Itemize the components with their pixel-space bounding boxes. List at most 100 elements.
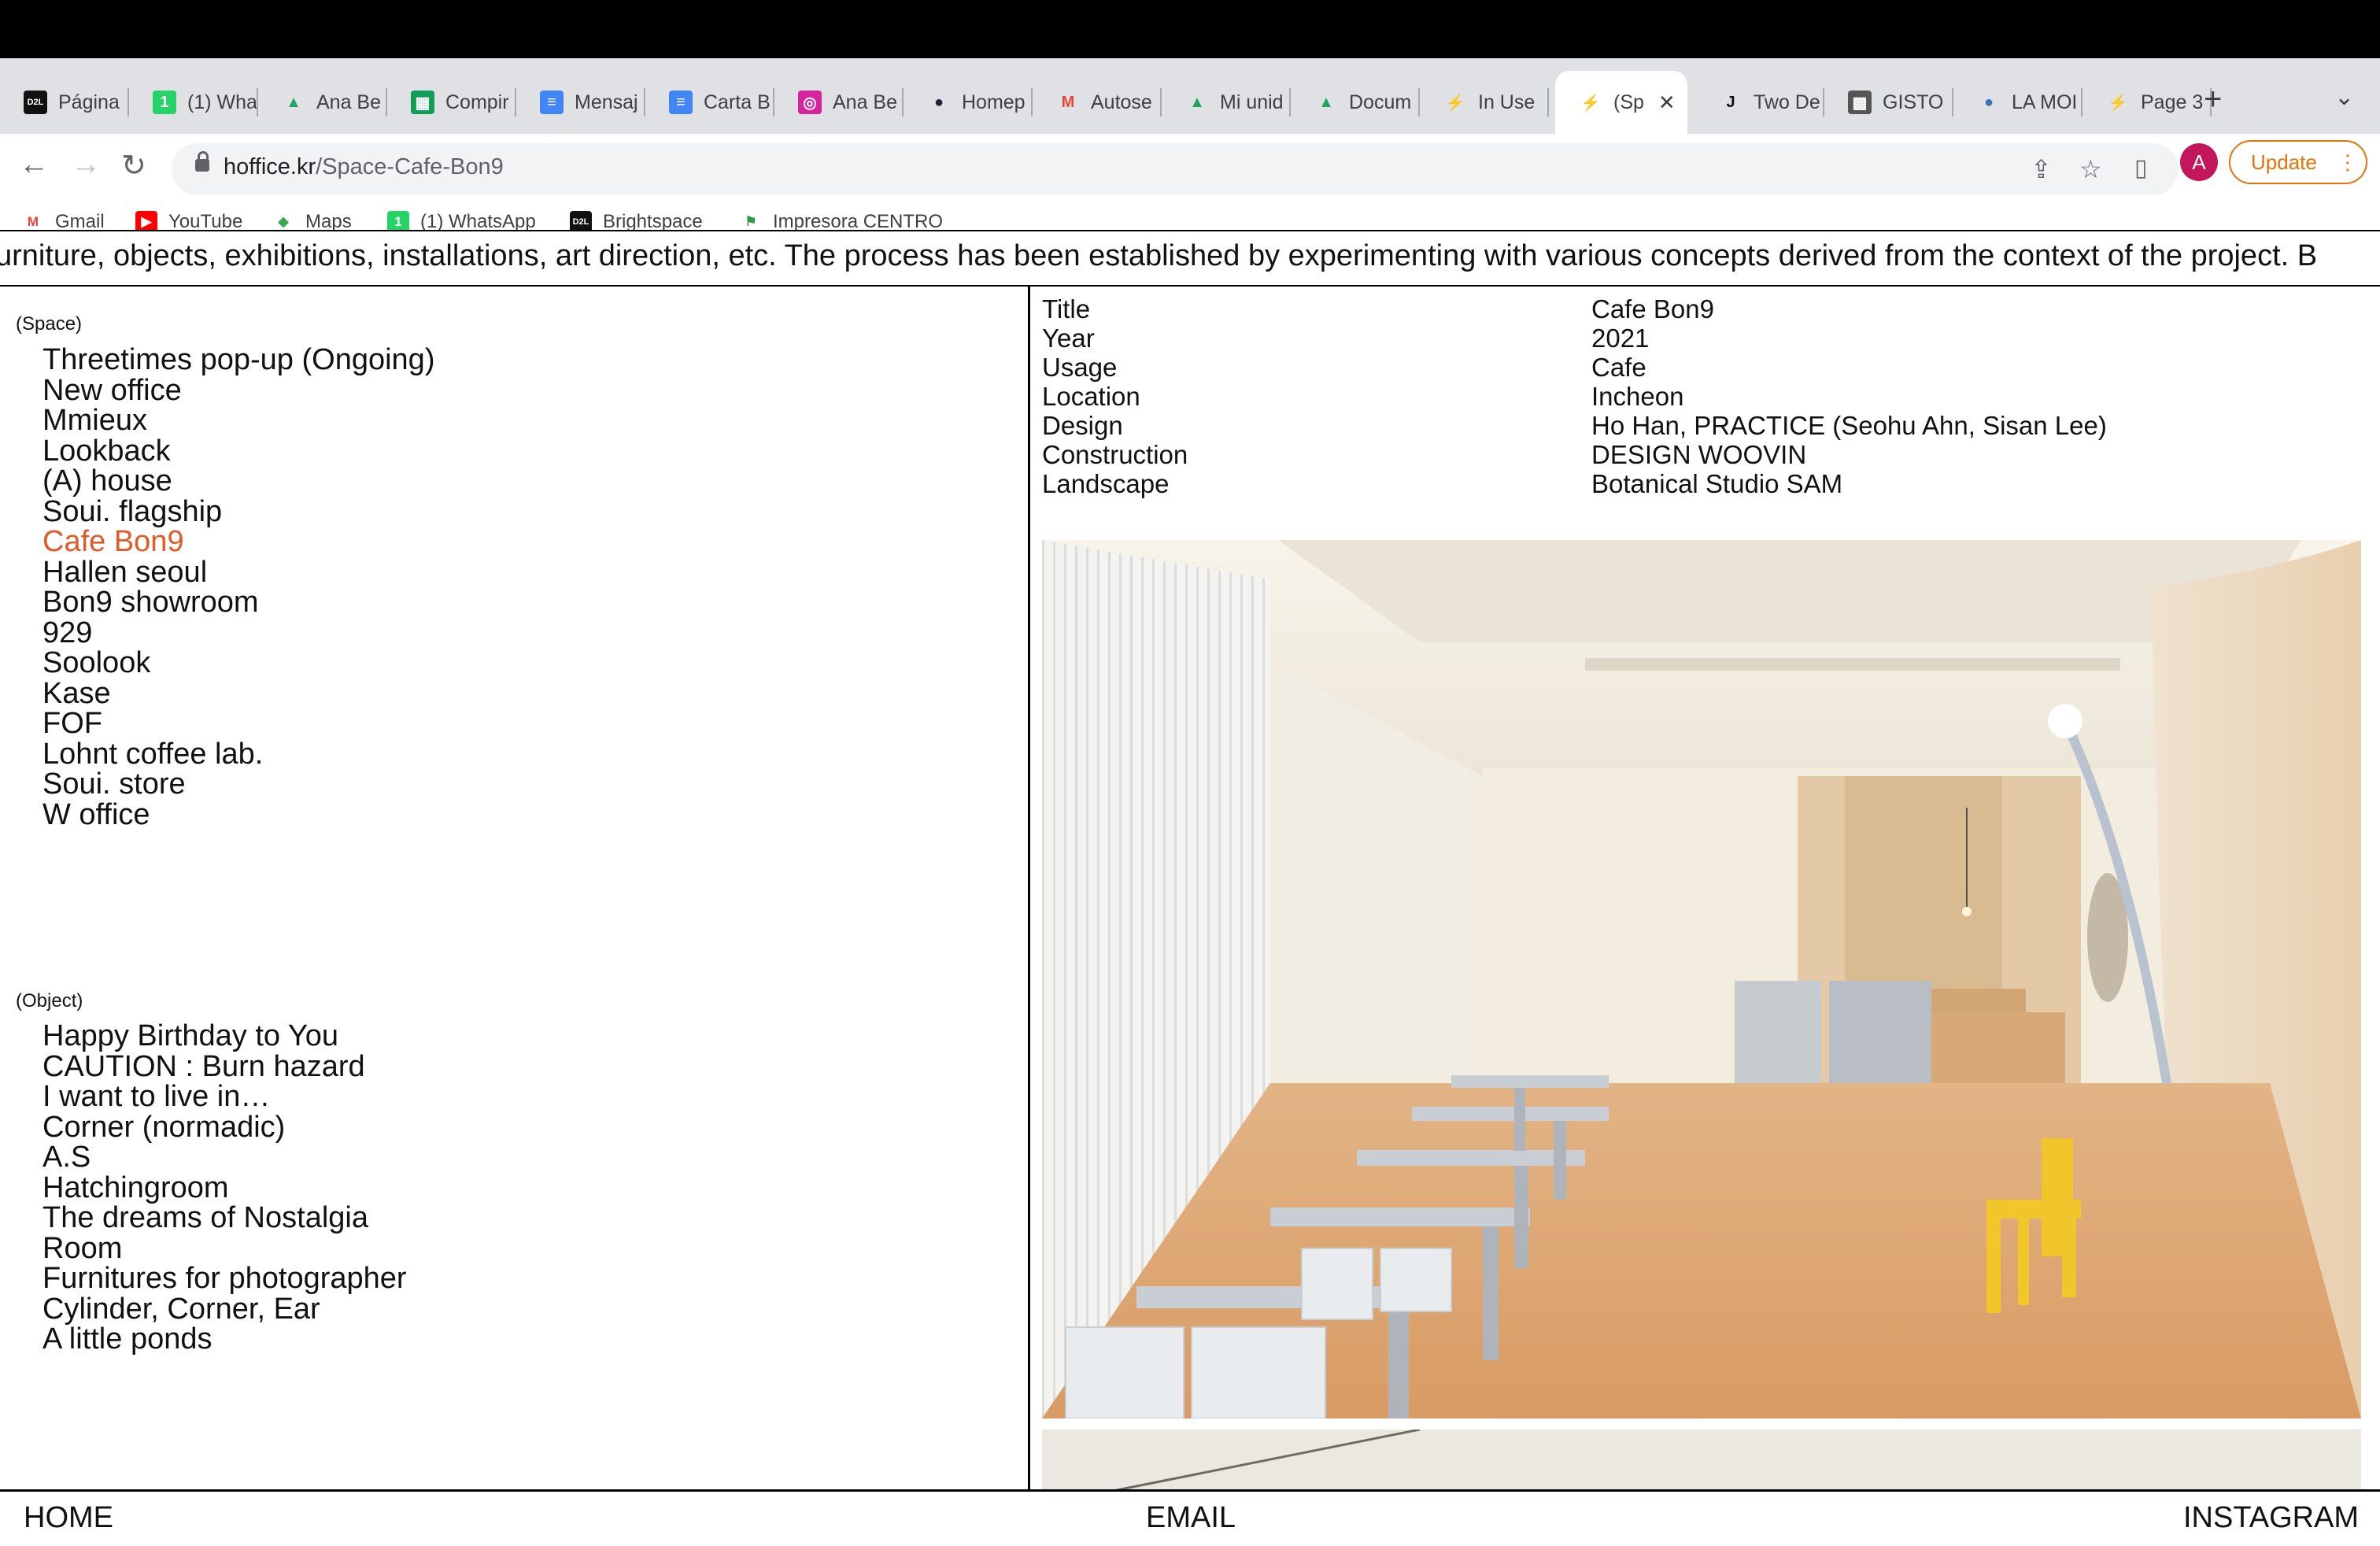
- project-link[interactable]: A.S: [42, 1142, 407, 1173]
- lock-icon[interactable]: [195, 151, 209, 172]
- whatsapp-icon: 1: [153, 91, 176, 114]
- info-value: DESIGN WOOVIN: [1591, 440, 1807, 469]
- space-section-label: (Space): [16, 313, 83, 335]
- info-key: Location: [1042, 382, 1140, 411]
- browser-tab[interactable]: ⚡ In Use: [1420, 71, 1549, 134]
- address-bar[interactable]: hoffice.kr/Space-Cafe-Bon9 ⇪ ☆: [172, 143, 2179, 195]
- project-link[interactable]: 929: [42, 617, 434, 649]
- browser-tab[interactable]: ⚡ Page 3: [2082, 71, 2212, 134]
- side-panel-icon[interactable]: ▯: [2134, 154, 2148, 182]
- cafe-interior-photo: [1042, 540, 2361, 1418]
- tab-title: Two De: [1754, 91, 1820, 113]
- second-project-photo: [1042, 1429, 2361, 1492]
- tab-title: Autose: [1091, 91, 1152, 113]
- project-link[interactable]: Room: [42, 1233, 407, 1264]
- project-link[interactable]: Furnitures for photographer: [42, 1263, 407, 1294]
- cafe-interior-illustration: [1042, 540, 2361, 1418]
- project-link[interactable]: Bon9 showroom: [42, 587, 434, 618]
- browser-tab[interactable]: ▲ Docum: [1291, 71, 1420, 134]
- info-value: Cafe: [1591, 353, 1646, 382]
- home-link[interactable]: HOME: [24, 1501, 113, 1535]
- browser-tab[interactable]: ● LA MOI: [1953, 71, 2082, 134]
- browser-tab[interactable]: M Autose: [1033, 71, 1162, 134]
- project-link[interactable]: FOF: [42, 708, 434, 739]
- tab-title: GISTO: [1883, 91, 1944, 113]
- reload-button[interactable]: ↻: [121, 148, 146, 183]
- tab-title: In Use: [1478, 91, 1536, 113]
- gisto-icon: ▩: [1848, 91, 1872, 114]
- browser-tab[interactable]: J Two De: [1695, 71, 1824, 134]
- browser-tab[interactable]: ▩ GISTO: [1824, 71, 1953, 134]
- browser-tab[interactable]: ▲ Mi unid: [1162, 71, 1291, 134]
- project-link[interactable]: Soui. store: [42, 769, 434, 800]
- project-link[interactable]: The dreams of Nostalgia: [42, 1203, 407, 1233]
- project-link[interactable]: W office: [42, 799, 434, 830]
- profile-avatar[interactable]: A: [2180, 143, 2218, 181]
- browser-tab[interactable]: ◎ Ana Be: [774, 71, 904, 134]
- google-docs-icon: ≡: [540, 91, 564, 114]
- back-button[interactable]: ←: [19, 148, 49, 182]
- info-key: Title: [1042, 294, 1091, 324]
- info-value: Incheon: [1591, 382, 1684, 411]
- forward-button[interactable]: →: [71, 148, 101, 182]
- project-link[interactable]: Cylinder, Corner, Ear: [42, 1293, 407, 1325]
- dark-circle-icon: ●: [933, 93, 944, 111]
- browser-tab[interactable]: ≡ Carta B: [645, 71, 774, 134]
- close-tab-icon[interactable]: ✕: [1658, 91, 1676, 115]
- project-link[interactable]: Hallen seoul: [42, 557, 434, 588]
- tab-search-button[interactable]: ⌄: [2334, 83, 2354, 111]
- project-link[interactable]: Mmieux: [42, 405, 434, 436]
- tab-title: Página: [58, 91, 120, 113]
- project-link[interactable]: Hatchingroom: [42, 1172, 407, 1204]
- browser-tab[interactable]: ≡ Mensaj: [516, 71, 645, 134]
- tab-title: Ana Be: [316, 91, 382, 113]
- new-tab-button[interactable]: +: [2204, 82, 2222, 117]
- update-button[interactable]: Update ⋮: [2229, 140, 2367, 184]
- browser-tab[interactable]: D2L Página: [0, 71, 129, 134]
- url-text[interactable]: hoffice.kr/Space-Cafe-Bon9: [224, 154, 504, 180]
- column-divider: [1028, 285, 1030, 1491]
- google-sheets-icon: ▦: [411, 91, 434, 114]
- browser-tab[interactable]: ▲ Ana Be: [258, 71, 387, 134]
- tab-title: LA MOI: [2012, 91, 2078, 113]
- browser-tab[interactable]: ▦ Compir: [387, 71, 516, 134]
- tab-title: Mensaj: [575, 91, 638, 113]
- site-footer: HOME EMAIL INSTAGRAM: [0, 1492, 2380, 1546]
- bookmark-star-icon[interactable]: ☆: [2079, 154, 2102, 184]
- project-link[interactable]: Soolook: [42, 648, 434, 679]
- project-link[interactable]: Kase: [42, 678, 434, 709]
- instagram-link[interactable]: INSTAGRAM: [2183, 1501, 2359, 1535]
- bolt-icon: ⚡: [2108, 94, 2128, 112]
- object-section-label: (Object): [16, 990, 83, 1012]
- d2l-icon: D2L: [24, 91, 47, 114]
- project-link[interactable]: Soui. flagship: [42, 496, 434, 527]
- tab-title: Homep: [962, 91, 1026, 113]
- gmail-icon: M: [1061, 93, 1075, 111]
- globe-icon: ●: [1983, 93, 1994, 111]
- project-link[interactable]: Lohnt coffee lab.: [42, 738, 434, 770]
- project-link[interactable]: I want to live in…: [42, 1082, 407, 1112]
- object-project-list: Happy Birthday to You CAUTION : Burn haza…: [42, 1021, 407, 1355]
- tab-title: Docum: [1349, 91, 1412, 113]
- project-link[interactable]: New office: [42, 375, 434, 406]
- project-link[interactable]: Threetimes pop-up (Ongoing): [42, 345, 434, 375]
- tab-title: Page 3: [2141, 91, 2204, 113]
- tab-strip: D2L Página 1 (1) Wha ▲ Ana Be ▦ Compir ≡ Mensaj ≡ C…: [0, 58, 2380, 134]
- project-link[interactable]: (A) house: [42, 466, 434, 497]
- project-link[interactable]: Happy Birthday to You: [42, 1021, 407, 1052]
- project-link[interactable]: Lookback: [42, 435, 434, 467]
- email-link[interactable]: EMAIL: [1146, 1501, 1236, 1535]
- browser-tab[interactable]: ⚡ (Sp ✕: [1555, 71, 1687, 134]
- google-drive-icon: ▲: [1318, 93, 1334, 111]
- browser-tab[interactable]: ● Homep: [904, 71, 1033, 134]
- project-link[interactable]: A little ponds: [42, 1324, 407, 1355]
- tab-title: (Sp: [1613, 91, 1644, 113]
- google-drive-icon: ▲: [1189, 93, 1205, 111]
- instagram-icon: ◎: [798, 91, 822, 114]
- project-link[interactable]: CAUTION : Burn hazard: [42, 1051, 407, 1082]
- share-icon[interactable]: ⇪: [2031, 154, 2052, 184]
- project-link[interactable]: Cafe Bon9: [42, 527, 434, 557]
- browser-tab[interactable]: 1 (1) Wha: [129, 71, 258, 134]
- tab-title: Ana Be: [833, 91, 898, 113]
- project-link[interactable]: Corner (normadic): [42, 1111, 407, 1143]
